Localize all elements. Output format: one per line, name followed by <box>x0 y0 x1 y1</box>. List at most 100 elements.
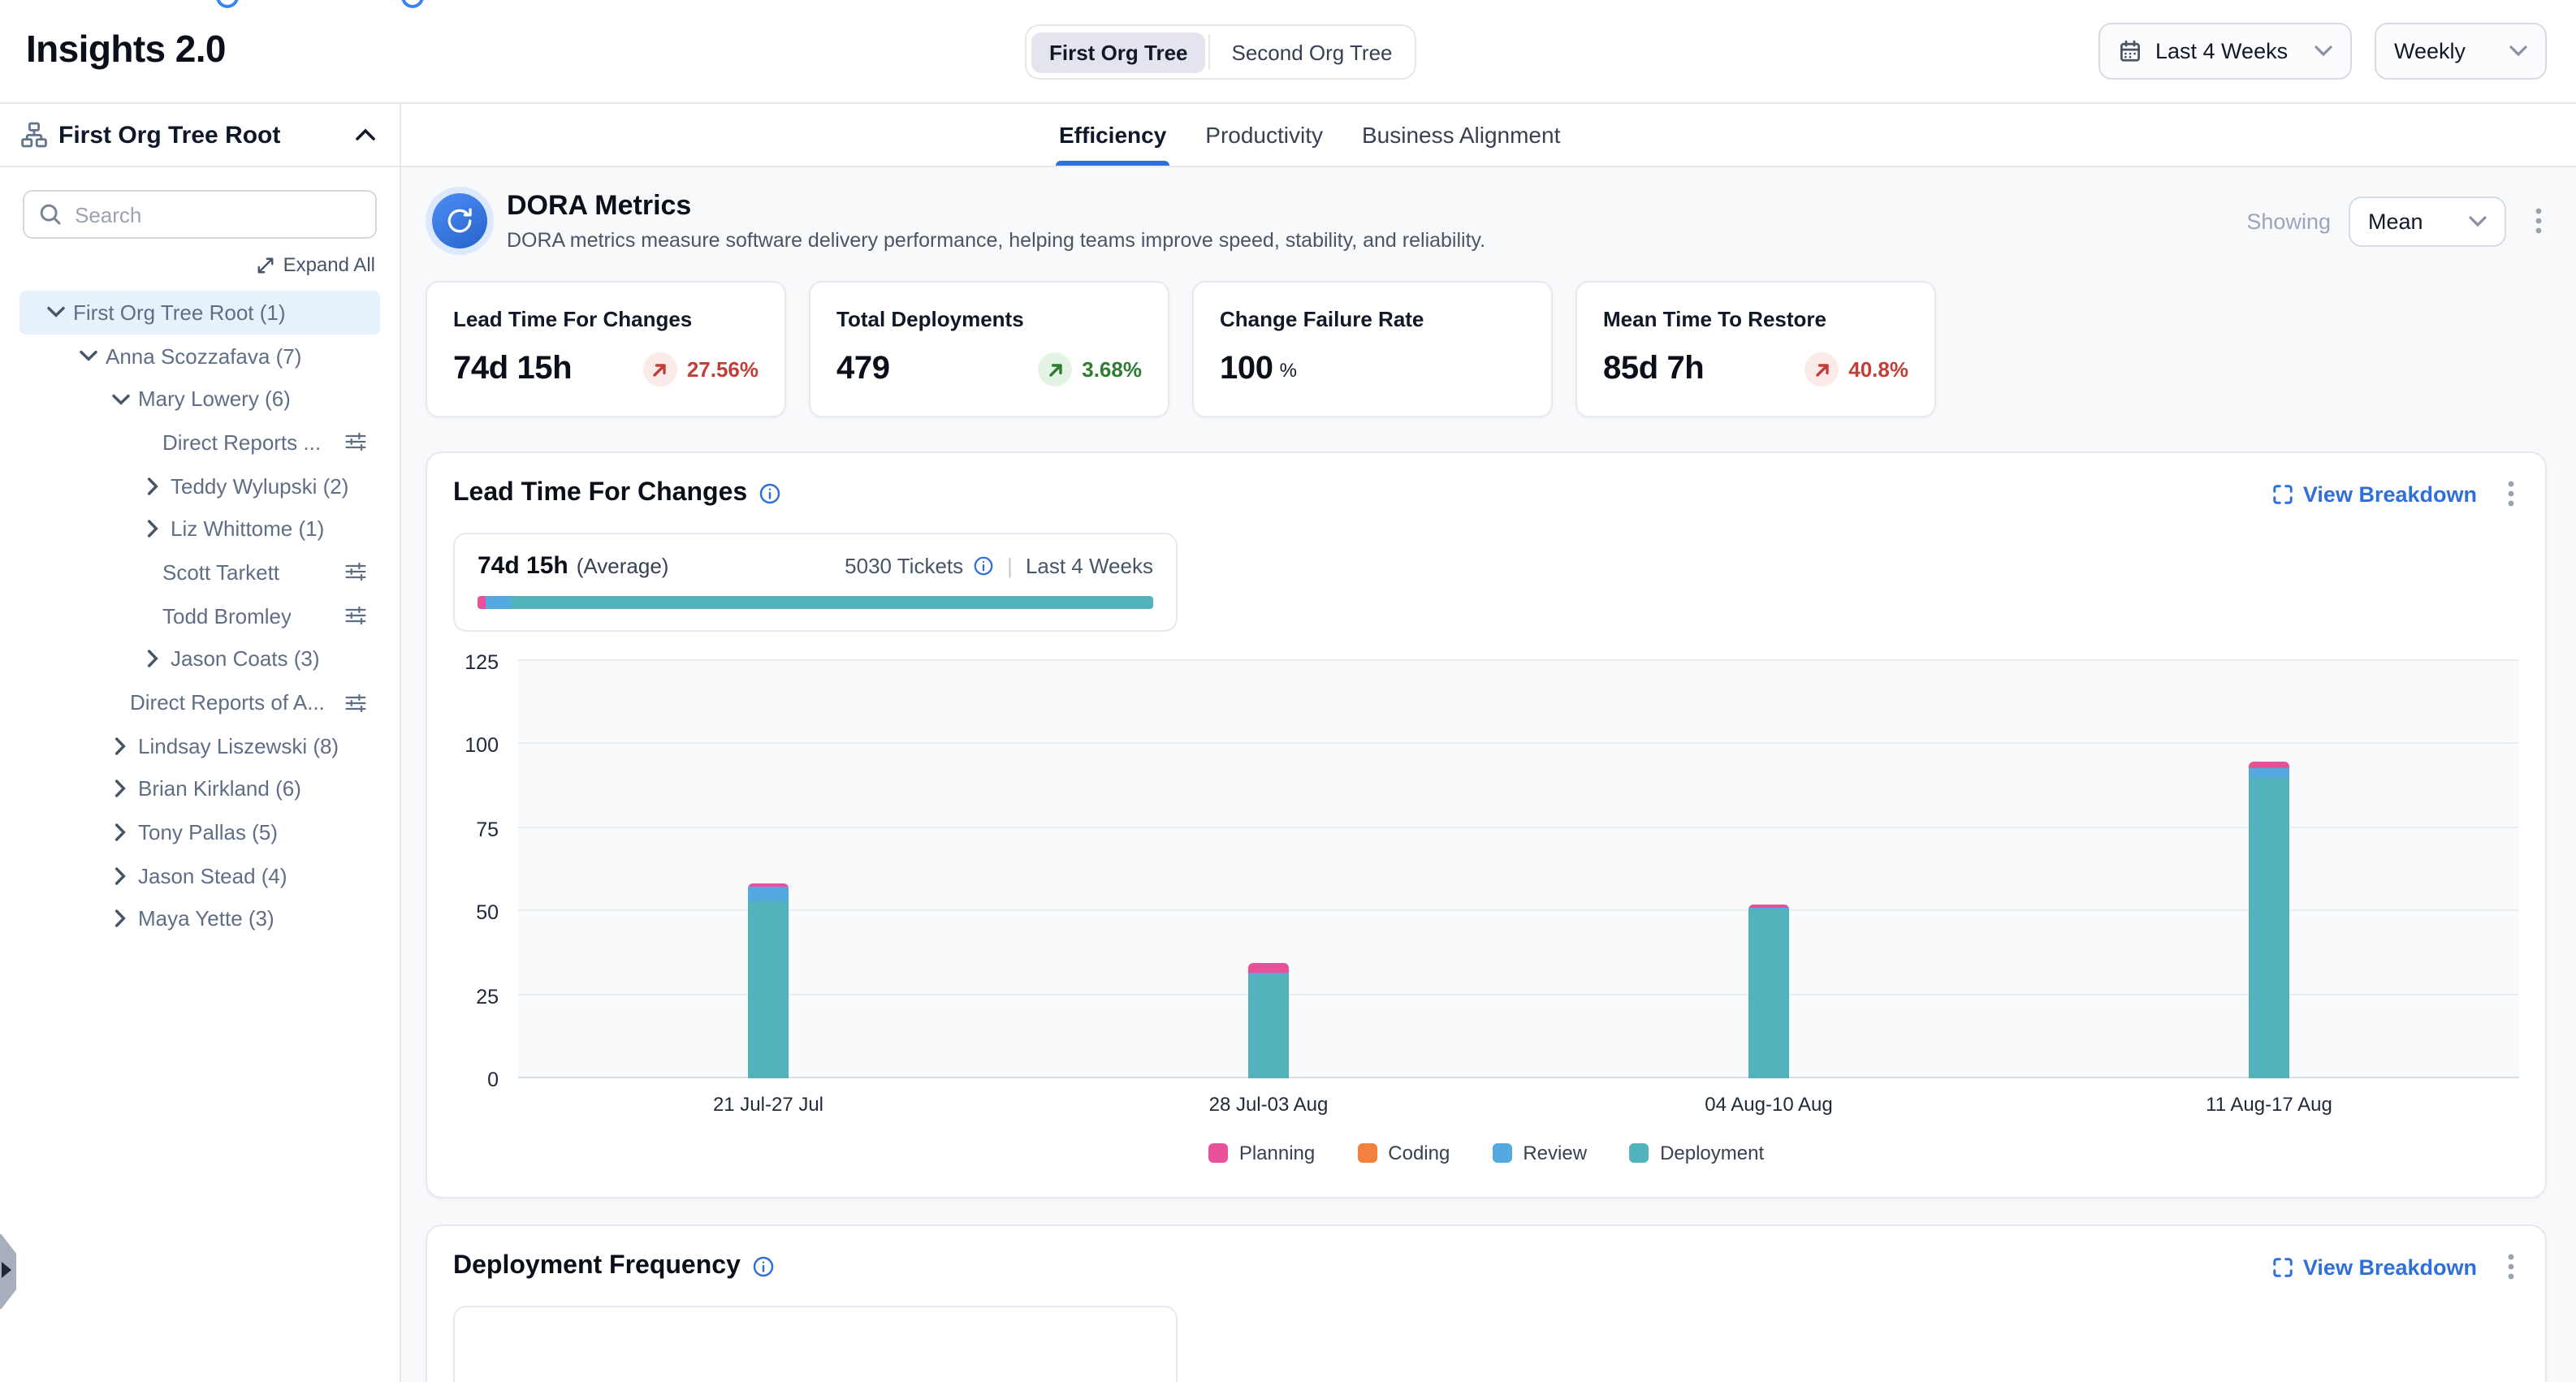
stacked-bar[interactable] <box>1748 905 1789 1078</box>
tabs-row: Efficiency Productivity Business Alignment <box>401 104 2576 167</box>
chevron-right-icon[interactable] <box>107 867 133 885</box>
lead-time-kebab-menu[interactable] <box>2503 476 2519 512</box>
granularity-select[interactable]: Weekly <box>2375 23 2547 80</box>
x-tick-label: 28 Jul-03 Aug <box>1018 1093 1519 1116</box>
deployment-frequency-card: Deployment Frequency View Breakdown <box>426 1224 2547 1382</box>
tree-item-label: First Org Tree Root (1) <box>73 300 286 325</box>
info-icon[interactable] <box>973 555 994 577</box>
filter-sliders-icon[interactable] <box>344 691 367 714</box>
y-tick-label: 25 <box>476 985 499 1008</box>
chevron-right-icon[interactable] <box>140 477 166 494</box>
dora-titles: DORA Metrics DORA metrics measure softwa… <box>507 190 2246 252</box>
chevron-down-icon[interactable] <box>107 392 133 405</box>
toggle-second-org-tree[interactable]: Second Org Tree <box>1214 32 1411 72</box>
sidebar-title: First Org Tree Root <box>58 121 341 149</box>
tree-item[interactable]: Jason Coats (3) <box>19 637 380 680</box>
metric-card-value-row: 100% <box>1220 351 1525 388</box>
filter-sliders-icon[interactable] <box>344 561 367 584</box>
trend-up-arrow-icon <box>1804 352 1839 387</box>
lead-time-summary-box: 74d 15h (Average) 5030 Tickets | Last 4 … <box>453 533 1178 632</box>
metric-card-title: Lead Time For Changes <box>453 307 759 331</box>
tree-item[interactable]: Direct Reports ... <box>19 421 380 464</box>
chevron-right-icon[interactable] <box>107 910 133 928</box>
chevron-right-icon[interactable] <box>140 520 166 538</box>
y-tick-label: 0 <box>487 1069 499 1091</box>
stacked-bar[interactable] <box>1248 963 1289 1078</box>
view-breakdown-button[interactable]: View Breakdown <box>2272 482 2477 506</box>
dora-kebab-menu[interactable] <box>2531 203 2547 239</box>
legend-swatch <box>1208 1143 1228 1163</box>
tab-efficiency[interactable]: Efficiency <box>1056 104 1169 166</box>
info-icon[interactable] <box>752 1255 775 1278</box>
meta-divider: | <box>1007 554 1013 578</box>
tree-item[interactable]: Tony Pallas (5) <box>19 811 380 854</box>
legend-item-planning: Planning <box>1208 1142 1315 1164</box>
content: DORA Metrics DORA metrics measure softwa… <box>401 167 2576 1382</box>
tree-item[interactable]: Maya Yette (3) <box>19 897 380 940</box>
view-breakdown-button[interactable]: View Breakdown <box>2272 1255 2477 1279</box>
filter-sliders-icon[interactable] <box>344 604 367 627</box>
chevron-down-icon[interactable] <box>42 306 68 319</box>
chevron-right-icon[interactable] <box>107 780 133 798</box>
tree-item-label: Maya Yette (3) <box>138 907 274 931</box>
chevron-right-icon[interactable] <box>107 736 133 754</box>
bar-segment-deployment <box>1248 975 1289 1078</box>
chevron-down-icon <box>2469 215 2487 227</box>
bar-column <box>2019 661 2519 1078</box>
toggle-first-org-tree[interactable]: First Org Tree <box>1031 32 1206 72</box>
phase-distribution-bar <box>478 596 1153 609</box>
showing-value: Mean <box>2368 209 2423 233</box>
chart-legend: PlanningCodingReviewDeployment <box>453 1142 2519 1164</box>
tab-productivity[interactable]: Productivity <box>1202 104 1326 166</box>
summary-value: 74d 15h <box>478 552 568 580</box>
deployment-kebab-menu[interactable] <box>2503 1249 2519 1285</box>
tree-item-label: Lindsay Liszewski (8) <box>138 733 339 758</box>
tree-item-label: Anna Scozzafava (7) <box>106 343 301 368</box>
deployment-title-group: Deployment Frequency <box>453 1252 775 1281</box>
tree-item[interactable]: First Org Tree Root (1) <box>19 291 380 334</box>
chart-plot-area <box>518 661 2519 1078</box>
deployment-card-header: Deployment Frequency View Breakdown <box>453 1249 2519 1285</box>
chevron-right-icon[interactable] <box>107 823 133 841</box>
expand-corners-icon <box>2272 483 2293 504</box>
stacked-bar[interactable] <box>748 883 789 1078</box>
search-input[interactable] <box>75 202 361 227</box>
filter-sliders-icon[interactable] <box>344 431 367 454</box>
tree-item[interactable]: Todd Bromley <box>19 594 380 637</box>
tree-item-label: Tony Pallas (5) <box>138 820 278 844</box>
chevron-down-icon[interactable] <box>75 349 101 362</box>
metric-card-value-row: 4793.68% <box>836 351 1142 388</box>
top-bar-controls: Last 4 Weeks Weekly <box>2098 23 2547 80</box>
tree-item-label: Mary Lowery (6) <box>138 387 291 411</box>
summary-row: 74d 15h (Average) 5030 Tickets | Last 4 … <box>478 552 1153 580</box>
tree-item[interactable]: Direct Reports of A... <box>19 680 380 723</box>
lead-time-title: Lead Time For Changes <box>453 479 747 508</box>
search-box <box>23 190 377 239</box>
tree-item[interactable]: Mary Lowery (6) <box>19 378 380 421</box>
deployment-summary-box <box>453 1306 1178 1382</box>
tree-item[interactable]: Anna Scozzafava (7) <box>19 334 380 377</box>
showing-select[interactable]: Mean <box>2349 196 2506 246</box>
y-tick-label: 100 <box>465 735 499 758</box>
trend-percentage: 40.8% <box>1848 357 1908 382</box>
org-tree: First Org Tree Root (1) Anna Scozzafava (… <box>0 291 400 941</box>
calendar-icon <box>2118 39 2142 63</box>
tab-business-alignment[interactable]: Business Alignment <box>1359 104 1563 166</box>
tree-item[interactable]: Scott Tarkett <box>19 551 380 594</box>
metric-card-value: 85d 7h <box>1603 351 1704 388</box>
stacked-bar[interactable] <box>2249 761 2289 1078</box>
tree-item[interactable]: Teddy Wylupski (2) <box>19 464 380 507</box>
tree-item[interactable]: Jason Stead (4) <box>19 854 380 897</box>
expand-all-button[interactable]: Expand All <box>0 253 375 276</box>
date-range-select[interactable]: Last 4 Weeks <box>2098 23 2352 80</box>
info-icon[interactable] <box>759 482 781 505</box>
chevron-right-icon[interactable] <box>140 650 166 668</box>
tree-item[interactable]: Liz Whittome (1) <box>19 507 380 551</box>
tree-item[interactable]: Lindsay Liszewski (8) <box>19 724 380 767</box>
sidebar-collapse-button[interactable] <box>352 125 378 145</box>
metric-card-value: 74d 15h <box>453 351 572 388</box>
x-tick-label: 11 Aug-17 Aug <box>2019 1093 2519 1116</box>
bar-segment-review <box>2249 768 2289 778</box>
tree-item[interactable]: Brian Kirkland (6) <box>19 767 380 810</box>
legend-label: Deployment <box>1660 1142 1764 1164</box>
